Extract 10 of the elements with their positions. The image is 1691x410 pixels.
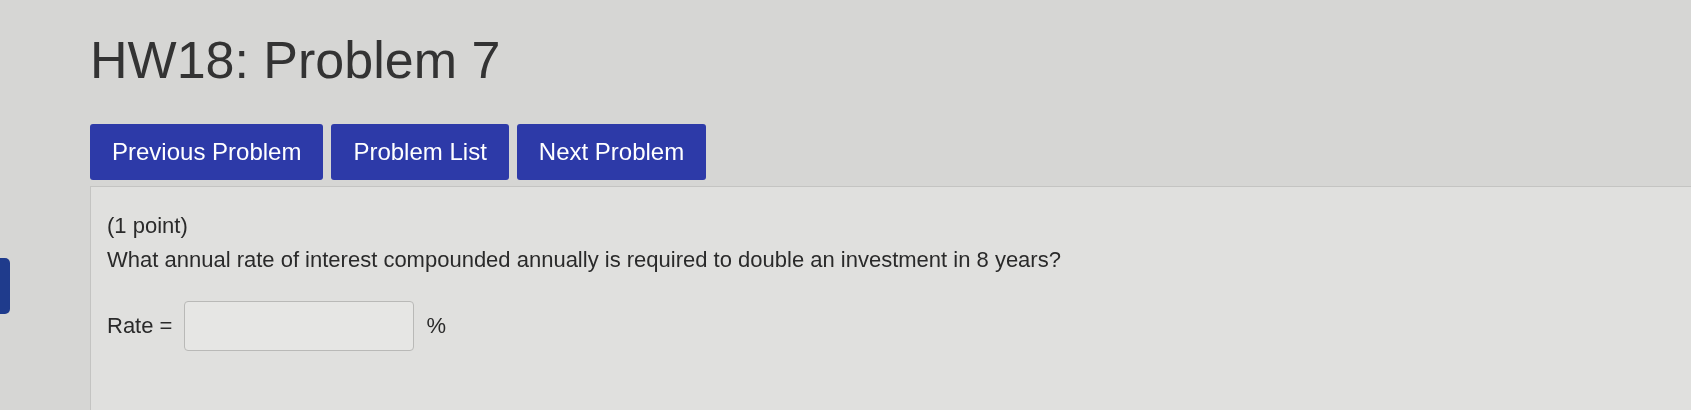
points-text: (1 point) [107, 213, 189, 239]
answer-label: Rate = [107, 313, 173, 339]
nav-button[interactable]: Previous Problem [90, 124, 324, 180]
question-text: What annual rate of interest compounded annually is required to double an investment in 8 years? [107, 247, 1062, 273]
answer-field[interactable] [184, 301, 415, 351]
nav-button[interactable]: Next Problem [516, 124, 707, 180]
nav-button[interactable]: Problem List [331, 124, 509, 180]
sidebar-tab[interactable] [0, 258, 10, 314]
page-title: HW18: Problem 7 [90, 30, 502, 90]
unit-label: % [426, 313, 446, 339]
